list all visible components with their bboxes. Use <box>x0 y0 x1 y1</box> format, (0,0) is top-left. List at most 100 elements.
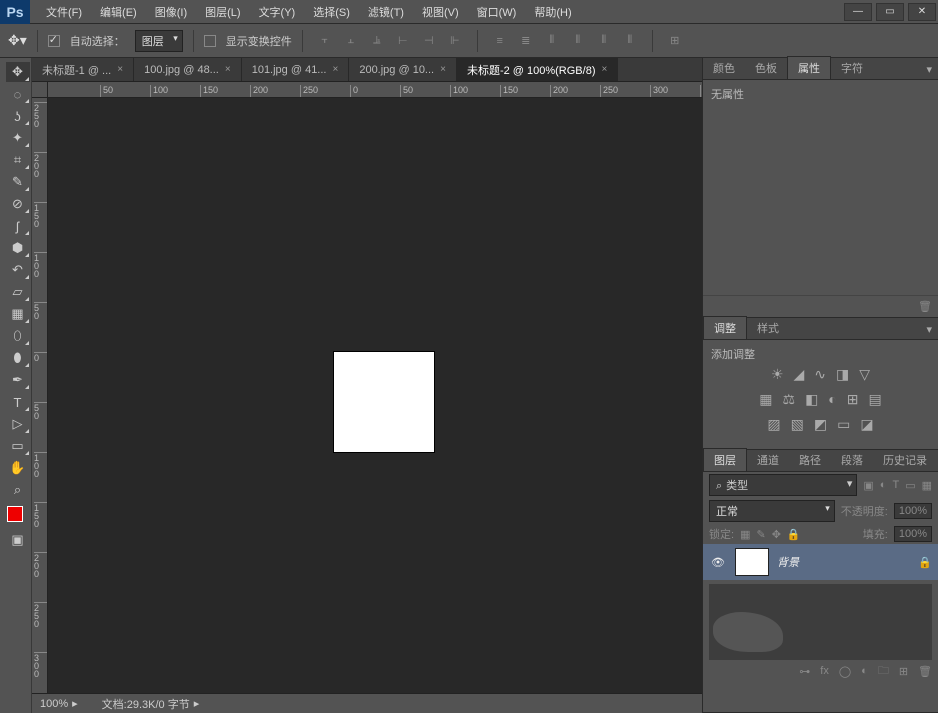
layer-filter-dropdown[interactable]: 类型 <box>709 474 857 496</box>
lock-position-icon[interactable]: ✥ <box>772 528 781 541</box>
menu-window[interactable]: 窗口(W) <box>469 1 525 23</box>
balance-icon[interactable]: ⚖ <box>783 391 796 408</box>
auto-align-icon[interactable]: ⊞ <box>663 30 687 52</box>
curves-icon[interactable]: ∿ <box>814 366 826 383</box>
close-icon[interactable]: × <box>225 64 231 75</box>
distribute-4-icon[interactable]: ⦀ <box>566 30 590 52</box>
trash-icon[interactable]: 🗑 <box>918 300 932 313</box>
canvas[interactable] <box>48 98 702 693</box>
lock-brush-icon[interactable]: ✎ <box>756 528 765 541</box>
menu-type[interactable]: 文字(Y) <box>251 1 304 23</box>
brightness-icon[interactable]: ☀ <box>771 366 784 383</box>
align-bottom-icon[interactable]: ⫡ <box>365 30 389 52</box>
mask-icon[interactable]: ◯ <box>839 665 851 678</box>
tab-paragraph[interactable]: 段落 <box>831 449 873 471</box>
doc-tab-3[interactable]: 101.jpg @ 41...× <box>242 58 350 81</box>
layer-thumbnail[interactable] <box>735 548 769 576</box>
tab-paths[interactable]: 路径 <box>789 449 831 471</box>
bw-icon[interactable]: ◧ <box>805 391 818 408</box>
align-vcenter-icon[interactable]: ⫠ <box>339 30 363 52</box>
photo-filter-icon[interactable]: ◐ <box>828 391 836 408</box>
menu-layer[interactable]: 图层(L) <box>197 1 248 23</box>
tab-history[interactable]: 历史记录 <box>873 449 937 471</box>
link-icon[interactable]: ⊶ <box>799 665 810 678</box>
blur-tool[interactable]: ⬯ <box>6 326 30 346</box>
hue-icon[interactable]: ▦ <box>759 391 772 408</box>
tab-adjustments[interactable]: 调整 <box>703 316 747 339</box>
doc-tab-5[interactable]: 未标题-2 @ 100%(RGB/8)× <box>457 58 618 81</box>
distribute-3-icon[interactable]: ⦀ <box>540 30 564 52</box>
navigator-preview[interactable] <box>709 584 932 660</box>
new-layer-icon[interactable]: ⊞ <box>899 665 908 678</box>
vibrance-icon[interactable]: ▽ <box>859 366 870 383</box>
menu-help[interactable]: 帮助(H) <box>526 1 579 23</box>
align-hcenter-icon[interactable]: ⊣ <box>417 30 441 52</box>
doc-tab-1[interactable]: 未标题-1 @ ...× <box>32 58 134 81</box>
healing-brush-tool[interactable]: ⊘ <box>6 194 30 214</box>
filter-smart-icon[interactable]: ▦ <box>922 479 932 492</box>
doc-tab-4[interactable]: 200.jpg @ 10...× <box>349 58 457 81</box>
posterize-icon[interactable]: ▧ <box>791 416 804 433</box>
distribute-5-icon[interactable]: ⦀ <box>592 30 616 52</box>
lasso-tool[interactable]: ʖ <box>6 106 30 126</box>
chevron-right-icon[interactable]: ▸ <box>194 697 200 710</box>
document-canvas[interactable] <box>334 352 434 452</box>
shape-tool[interactable]: ▭ <box>6 436 30 456</box>
close-icon[interactable]: × <box>332 64 338 75</box>
zoom-level[interactable]: 100% <box>40 698 68 710</box>
levels-icon[interactable]: ◢ <box>794 366 805 383</box>
horizontal-ruler[interactable]: 25020015010050050100150200250300350 <box>32 82 702 98</box>
chevron-right-icon[interactable]: ▸ <box>72 697 78 710</box>
lock-pixels-icon[interactable]: ▦ <box>740 528 750 541</box>
magic-wand-tool[interactable]: ✦ <box>6 128 30 148</box>
adjustment-layer-icon[interactable]: ◐ <box>861 665 868 677</box>
group-icon[interactable]: 🗀 <box>878 662 889 681</box>
distribute-1-icon[interactable]: ≡ <box>488 30 512 52</box>
close-icon[interactable]: × <box>601 64 607 75</box>
panel-menu-icon[interactable]: ▾ <box>920 60 938 79</box>
invert-icon[interactable]: ▨ <box>767 416 780 433</box>
lock-icon[interactable]: 🔒 <box>918 556 932 569</box>
layer-name[interactable]: 背景 <box>777 554 799 570</box>
lut-icon[interactable]: ▤ <box>869 391 882 408</box>
pen-tool[interactable]: ✒ <box>6 370 30 390</box>
dodge-tool[interactable]: ⬮ <box>6 348 30 368</box>
vertical-ruler[interactable]: 2 5 02 0 01 5 01 0 05 005 01 0 01 5 02 0… <box>32 98 48 693</box>
auto-select-target-dropdown[interactable]: 图层 <box>135 30 183 52</box>
align-left-icon[interactable]: ⊢ <box>391 30 415 52</box>
align-right-icon[interactable]: ⊩ <box>443 30 467 52</box>
close-icon[interactable]: × <box>440 64 446 75</box>
menu-view[interactable]: 视图(V) <box>414 1 467 23</box>
gradient-map-icon[interactable]: ▭ <box>837 416 850 433</box>
tab-styles[interactable]: 样式 <box>747 317 789 339</box>
blend-mode-dropdown[interactable]: 正常 <box>709 500 835 522</box>
panel-menu-icon[interactable]: ▾ <box>920 320 938 339</box>
tab-properties[interactable]: 属性 <box>787 56 831 79</box>
visibility-icon[interactable]: 👁 <box>709 556 727 569</box>
hand-tool[interactable]: ✋ <box>6 458 30 478</box>
close-icon[interactable]: × <box>117 64 123 75</box>
trash-icon[interactable]: 🗑 <box>918 665 932 678</box>
tab-channels[interactable]: 通道 <box>747 449 789 471</box>
menu-filter[interactable]: 滤镜(T) <box>360 1 412 23</box>
menu-edit[interactable]: 编辑(E) <box>92 1 145 23</box>
distribute-2-icon[interactable]: ≣ <box>514 30 538 52</box>
threshold-icon[interactable]: ◩ <box>814 416 827 433</box>
marquee-tool[interactable]: ◌ <box>6 84 30 104</box>
fx-icon[interactable]: fx <box>820 665 829 677</box>
filter-image-icon[interactable]: ▣ <box>863 479 873 492</box>
auto-select-checkbox[interactable] <box>48 35 60 47</box>
minimize-button[interactable]: — <box>844 3 872 21</box>
zoom-tool[interactable]: ⌕ <box>6 480 30 500</box>
gradient-tool[interactable]: ▦ <box>6 304 30 324</box>
close-button[interactable]: ✕ <box>908 3 936 21</box>
tab-color[interactable]: 颜色 <box>703 57 745 79</box>
color-swatches[interactable] <box>7 506 29 528</box>
brush-tool[interactable]: ʃ <box>6 216 30 236</box>
distribute-6-icon[interactable]: ⦀ <box>618 30 642 52</box>
history-brush-tool[interactable]: ↶ <box>6 260 30 280</box>
type-tool[interactable]: T <box>6 392 30 412</box>
move-tool-indicator[interactable]: ✥▾ <box>8 32 27 49</box>
filter-shape-icon[interactable]: ▭ <box>905 479 915 492</box>
selective-color-icon[interactable]: ◪ <box>860 416 873 433</box>
